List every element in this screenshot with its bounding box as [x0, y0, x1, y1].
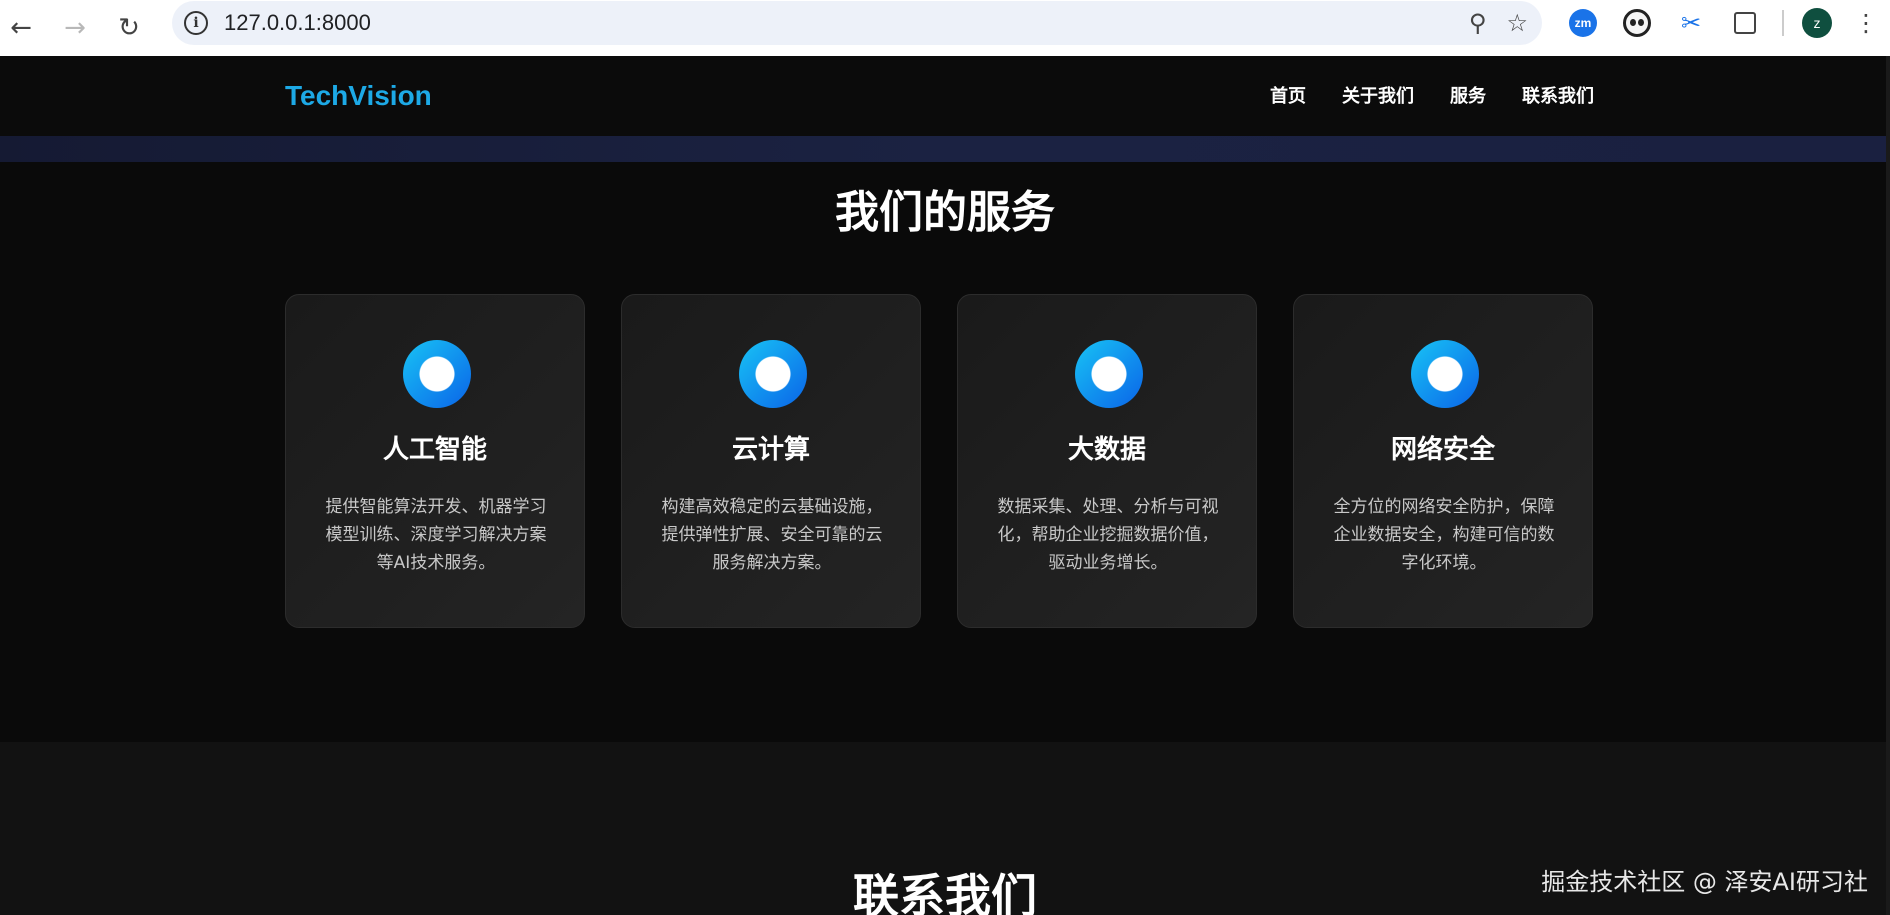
extensions-area: zm ✂ z ⋮ [1556, 0, 1878, 46]
watermark-text: 掘金技术社区 @ 泽安AI研习社 [1541, 868, 1868, 896]
services-title: 我们的服务 [835, 187, 1055, 238]
service-card-title: 网络安全 [1390, 435, 1495, 465]
service-card-title: 云计算 [731, 435, 810, 465]
service-card-description: 全方位的网络安全防护，保障企业数据安全，构建可信的数字化环境。 [1333, 497, 1555, 573]
service-card-description: 提供智能算法开发、机器学习模型训练、深度学习解决方案等AI技术服务。 [325, 497, 547, 573]
scissors-extension-button[interactable]: ✂ [1664, 3, 1718, 43]
site-info-icon[interactable]: i [184, 11, 208, 35]
forward-button[interactable]: → [48, 8, 102, 48]
browser-toolbar: ← → ↻ i 127.0.0.1:8000 ⚲ ☆ zm ✂ z ⋮ [0, 0, 1890, 56]
bookmark-star-icon[interactable]: ☆ [1506, 9, 1528, 37]
puzzle-icon [1734, 12, 1756, 34]
main-nav: 首页 关于我们 服务 联系我们 [1270, 82, 1594, 108]
circle-icon [739, 340, 807, 408]
service-card-title: 大数据 [1067, 435, 1146, 465]
scissors-icon: ✂ [1680, 9, 1702, 37]
zoom-icon[interactable]: ⚲ [1469, 9, 1487, 37]
site-header: TechVision 首页 关于我们 服务 联系我们 [0, 56, 1890, 136]
service-card-description: 数据采集、处理、分析与可视化，帮助企业挖掘数据价值，驱动业务增长。 [997, 497, 1219, 573]
browser-menu-icon[interactable]: ⋮ [1854, 9, 1878, 37]
nav-link-about[interactable]: 关于我们 [1342, 82, 1414, 108]
address-bar[interactable]: i 127.0.0.1:8000 ⚲ ☆ [172, 1, 1542, 45]
service-card-description: 构建高效稳定的云基础设施，提供弹性扩展、安全可靠的云服务解决方案。 [661, 497, 883, 573]
hero-section-bottom [0, 136, 1890, 162]
panda-extension-button[interactable] [1610, 3, 1664, 43]
service-cards: 人工智能 提供智能算法开发、机器学习模型训练、深度学习解决方案等AI技术服务。 … [285, 294, 1593, 628]
circle-icon [403, 340, 471, 408]
nav-link-contact[interactable]: 联系我们 [1522, 82, 1594, 108]
service-card-bigdata: 大数据 数据采集、处理、分析与可视化，帮助企业挖掘数据价值，驱动业务增长。 [957, 294, 1257, 628]
site-logo[interactable]: TechVision [285, 80, 432, 112]
zm-extension-icon: zm [1569, 9, 1597, 37]
service-card-ai: 人工智能 提供智能算法开发、机器学习模型训练、深度学习解决方案等AI技术服务。 [285, 294, 585, 628]
nav-link-home[interactable]: 首页 [1270, 82, 1306, 108]
service-card-cloud: 云计算 构建高效稳定的云基础设施，提供弹性扩展、安全可靠的云服务解决方案。 [621, 294, 921, 628]
service-card-title: 人工智能 [382, 435, 487, 465]
zm-extension-button[interactable]: zm [1556, 3, 1610, 43]
extensions-menu-button[interactable] [1718, 3, 1772, 43]
panda-extension-icon [1623, 9, 1651, 37]
service-card-security: 网络安全 全方位的网络安全防护，保障企业数据安全，构建可信的数字化环境。 [1293, 294, 1593, 628]
nav-link-services[interactable]: 服务 [1450, 82, 1486, 108]
circle-icon [1411, 340, 1479, 408]
circle-icon [1075, 340, 1143, 408]
toolbar-divider [1782, 10, 1784, 36]
reload-button[interactable]: ↻ [102, 8, 156, 48]
url-text[interactable]: 127.0.0.1:8000 [224, 10, 371, 36]
services-section: 我们的服务 人工智能 提供智能算法开发、机器学习模型训练、深度学习解决方案等AI… [0, 162, 1890, 742]
profile-avatar[interactable]: z [1802, 8, 1832, 38]
page-scrollbar[interactable] [1886, 56, 1890, 915]
back-button[interactable]: ← [0, 8, 48, 48]
